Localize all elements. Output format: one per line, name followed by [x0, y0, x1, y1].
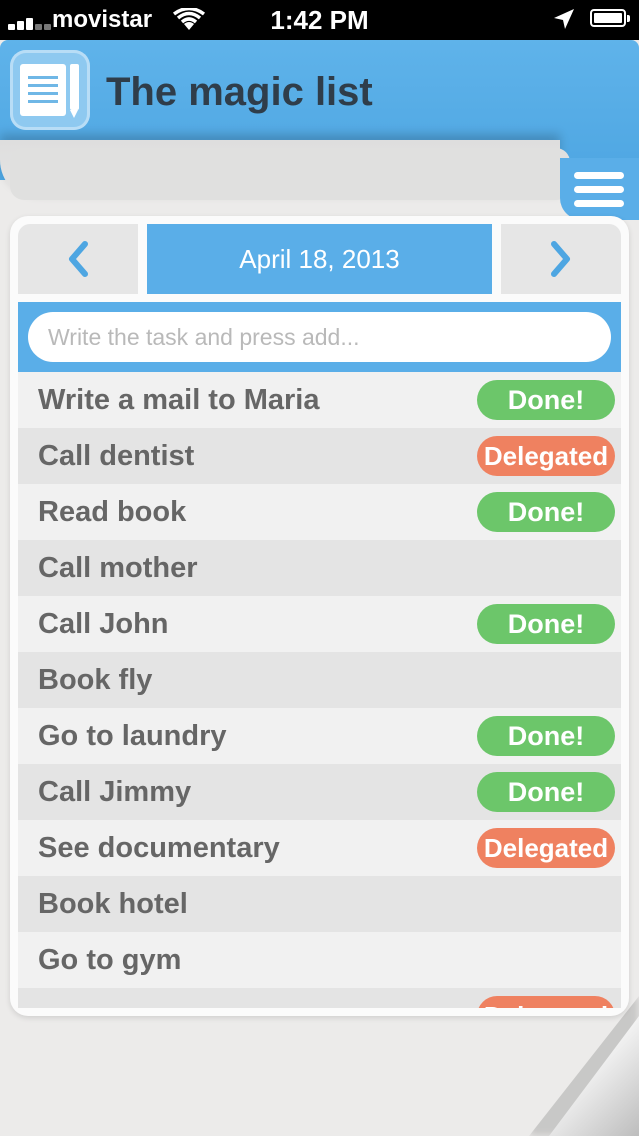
- next-day-button[interactable]: [501, 224, 621, 294]
- task-label: Write a mail to Maria: [38, 384, 320, 416]
- task-row[interactable]: Call Jimmy Done!: [18, 764, 621, 820]
- delegated-badge[interactable]: Delegated: [477, 436, 615, 476]
- task-row[interactable]: See documentary Delegated: [18, 820, 621, 876]
- notepad-logo-icon: [10, 50, 90, 130]
- done-badge[interactable]: Done!: [477, 716, 615, 756]
- task-label: See documentary: [38, 832, 280, 864]
- battery-icon: [590, 9, 630, 27]
- task-label: Read book: [38, 496, 187, 528]
- hamburger-bar: [574, 186, 624, 193]
- page-curl[interactable]: [549, 1016, 639, 1136]
- task-row[interactable]: Book fly: [18, 652, 621, 708]
- done-badge[interactable]: Done!: [477, 380, 615, 420]
- task-label: Call John: [38, 608, 169, 640]
- task-row[interactable]: Call mother: [18, 540, 621, 596]
- app-title: The magic list: [106, 70, 373, 114]
- done-badge[interactable]: Done!: [477, 604, 615, 644]
- task-label: Call mother: [38, 552, 198, 584]
- done-badge[interactable]: Done!: [477, 492, 615, 532]
- chevron-right-icon: [551, 241, 570, 277]
- task-row[interactable]: Call John Done!: [18, 596, 621, 652]
- task-label: Go to laundry: [38, 720, 227, 752]
- previous-day-button[interactable]: [18, 224, 138, 294]
- task-row[interactable]: Write a mail to Maria Done!: [18, 372, 621, 428]
- task-row[interactable]: Read book Done!: [18, 484, 621, 540]
- add-task-bar: [18, 302, 621, 372]
- status-bar: movistar 1:42 PM: [0, 0, 639, 40]
- app-screen: The magic list April 18, 2013 Write the …: [0, 40, 639, 1136]
- task-row[interactable]: Go to laundry Done!: [18, 708, 621, 764]
- task-label: Go to gym: [38, 944, 182, 976]
- done-badge[interactable]: Done!: [477, 772, 615, 812]
- current-date[interactable]: April 18, 2013: [147, 224, 492, 294]
- task-label: Call Jimmy: [38, 776, 192, 808]
- task-card: April 18, 2013 Write a mail to Maria Don…: [10, 216, 629, 1016]
- date-navigator: April 18, 2013: [18, 224, 621, 294]
- menu-button[interactable]: [560, 158, 639, 220]
- location-arrow-icon: [554, 9, 574, 29]
- task-input[interactable]: [28, 312, 611, 362]
- hamburger-bar: [574, 200, 624, 207]
- task-row[interactable]: Delegated: [18, 988, 621, 1008]
- task-label: Call dentist: [38, 440, 195, 472]
- task-label: Book hotel: [38, 888, 188, 920]
- task-list: Write a mail to Maria Done! Call dentist…: [18, 372, 621, 1008]
- header-strip: [10, 148, 570, 200]
- delegated-badge[interactable]: Delegated: [477, 828, 615, 868]
- delegated-badge[interactable]: Delegated: [477, 996, 615, 1008]
- task-row[interactable]: Go to gym: [18, 932, 621, 988]
- hamburger-icon: [574, 172, 624, 179]
- task-row[interactable]: Book hotel: [18, 876, 621, 932]
- clock: 1:42 PM: [270, 5, 369, 35]
- chevron-left-icon: [69, 241, 88, 277]
- task-label: Book fly: [38, 664, 153, 696]
- task-row[interactable]: Call dentist Delegated: [18, 428, 621, 484]
